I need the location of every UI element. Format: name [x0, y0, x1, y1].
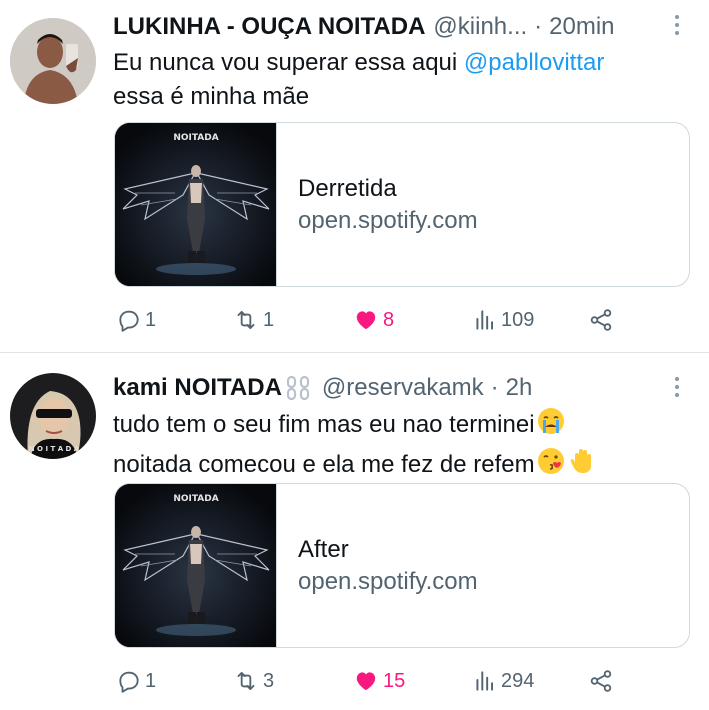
album-cover: NOITADA [115, 484, 277, 647]
card-title: Derretida [298, 174, 397, 202]
wave-emoji [567, 446, 597, 486]
more-icon[interactable] [668, 375, 686, 399]
share-button[interactable] [588, 305, 614, 335]
tweet-actions: 1 1 8 109 [116, 305, 616, 335]
retweet-icon [237, 671, 255, 691]
tweet-text-line: essa é minha mãe [113, 83, 310, 110]
like-button[interactable]: 8 [352, 305, 394, 335]
reply-button[interactable]: 1 [116, 305, 156, 335]
cover-title: NOITADA [173, 494, 218, 504]
tweet-text-line: Eu nunca vou superar essa aqui @pabllovi… [113, 46, 683, 80]
card-domain: open.spotify.com [298, 206, 478, 234]
reply-count: 1 [145, 669, 157, 692]
tweet-header: kami NOITADA @reservakamk · 2h [113, 373, 532, 403]
tweet-actions: 1 3 15 294 [116, 666, 616, 696]
like-count: 15 [383, 669, 406, 692]
tweet-header: LUKINHA - OUÇA NOITADA @kiinh... · 20min [113, 12, 615, 42]
separator: · [490, 374, 499, 401]
author-handle[interactable]: @reservakamk [322, 373, 484, 403]
tweet-text: Eu nunca vou superar essa aqui @pabllovi… [113, 46, 683, 114]
reply-count: 1 [145, 308, 157, 331]
share-icon [590, 309, 612, 331]
reply-button[interactable]: 1 [116, 666, 156, 696]
share-icon [590, 670, 612, 692]
retweet-button[interactable]: 3 [232, 666, 274, 696]
views-button[interactable]: 294 [472, 666, 534, 696]
card-info: Derretida open.spotify.com [277, 123, 478, 286]
cover-title: NOITADA [173, 133, 218, 143]
author-handle[interactable]: @kiinh... [433, 12, 527, 42]
crying-emoji [536, 406, 566, 446]
views-icon [476, 310, 494, 330]
retweet-button[interactable]: 1 [232, 305, 274, 335]
card-info: After open.spotify.com [277, 484, 478, 647]
mention-link[interactable]: @pabllovittar [464, 49, 604, 76]
tweet[interactable]: N O I T A D A kami NOITADA @reservakamk … [0, 352, 709, 710]
reply-icon [119, 671, 139, 693]
tweet-text-segment: noitada comecou e ela me fez de refem [113, 451, 535, 478]
retweet-icon [237, 310, 255, 330]
avatar[interactable] [10, 18, 96, 104]
share-button[interactable] [588, 666, 614, 696]
kiss-emoji [536, 446, 566, 486]
like-count: 8 [383, 308, 395, 331]
timestamp[interactable]: 2h [506, 373, 533, 403]
album-cover: NOITADA [115, 123, 277, 286]
card-domain: open.spotify.com [298, 567, 478, 595]
author-name[interactable]: LUKINHA - OUÇA NOITADA [113, 12, 425, 42]
reply-icon [119, 310, 139, 332]
link-card[interactable]: NOITADA After open.spotify.com [114, 483, 690, 648]
views-icon [476, 671, 494, 691]
views-button[interactable]: 109 [472, 305, 534, 335]
retweet-count: 3 [263, 669, 275, 692]
heart-icon [356, 311, 376, 330]
svg-text:N O I T A D A: N O I T A D A [29, 445, 80, 453]
more-icon[interactable] [668, 13, 686, 37]
tweet-text-line: noitada comecou e ela me fez de refem [113, 446, 683, 486]
heart-icon [356, 672, 376, 691]
retweet-count: 1 [263, 308, 275, 331]
tweet-text: tudo tem o seu fim mas eu nao terminei n… [113, 406, 683, 486]
tweet-text-segment: Eu nunca vou superar essa aqui [113, 49, 464, 76]
tweet-text-segment: tudo tem o seu fim mas eu nao terminei [113, 411, 535, 438]
like-button[interactable]: 15 [352, 666, 405, 696]
chain-icon [284, 374, 314, 402]
views-count: 294 [501, 669, 535, 692]
link-card[interactable]: NOITADA Derretida open.spotify.com [114, 122, 690, 287]
avatar[interactable]: N O I T A D A [10, 373, 96, 459]
tweet[interactable]: LUKINHA - OUÇA NOITADA @kiinh... · 20min… [0, 0, 709, 352]
card-title: After [298, 535, 349, 563]
author-name[interactable]: kami NOITADA [113, 373, 282, 403]
timestamp[interactable]: 20min [549, 12, 614, 42]
tweet-text-line: tudo tem o seu fim mas eu nao terminei [113, 406, 683, 446]
separator: · [534, 13, 543, 40]
views-count: 109 [501, 308, 535, 331]
